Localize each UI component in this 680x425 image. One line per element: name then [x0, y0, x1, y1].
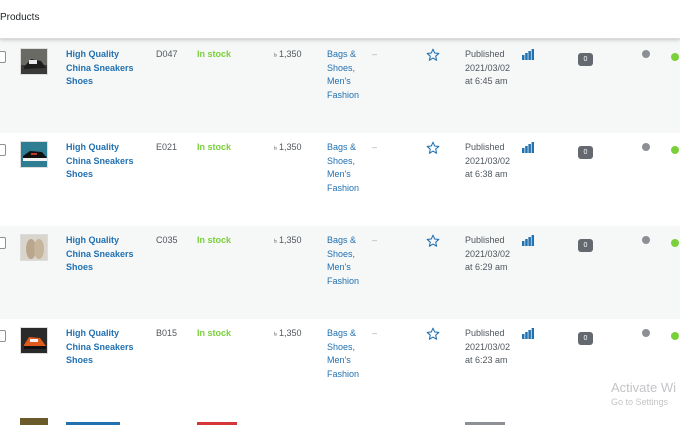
product-tags: – — [372, 328, 378, 338]
product-name-link[interactable]: High Quality China Sneakers Shoes — [66, 327, 146, 368]
product-price: ৳ 1,350 — [274, 141, 302, 157]
currency-symbol: ৳ — [274, 146, 277, 152]
table-row-partial[interactable] — [0, 412, 680, 425]
page-title: Products — [0, 12, 40, 23]
stock-status: In stock — [197, 49, 232, 59]
count-badge: 0 — [578, 332, 593, 345]
publish-info: Published 2021/03/02 at 6:38 am — [465, 141, 513, 182]
product-tags: – — [372, 49, 378, 59]
count-badge: 0 — [578, 146, 593, 159]
price-value: 1,350 — [279, 328, 302, 338]
product-price: ৳ 1,350 — [274, 234, 302, 250]
product-name-link[interactable]: High Quality China Sneakers Shoes — [66, 234, 146, 275]
publish-status: Published — [465, 328, 505, 338]
status-dot-green — [671, 53, 679, 61]
product-sku: E021 — [156, 142, 178, 152]
count-badge: 0 — [578, 53, 593, 66]
product-sku: B015 — [156, 328, 178, 338]
product-thumbnail[interactable] — [20, 234, 48, 261]
star-icon[interactable] — [426, 234, 440, 253]
product-categories[interactable]: Bags & Shoes, Men's Fashion — [327, 327, 369, 381]
product-price: ৳ 1,350 — [274, 48, 302, 64]
star-icon[interactable] — [426, 327, 440, 346]
product-sku: C035 — [156, 235, 178, 245]
stats-bars-icon[interactable] — [522, 328, 534, 344]
publish-info: Published 2021/03/02 at 6:29 am — [465, 234, 513, 275]
publish-status: Published — [465, 142, 505, 152]
table-row[interactable]: High Quality China Sneakers Shoes E021 I… — [0, 133, 680, 226]
watermark-line2: Go to Settings — [611, 397, 669, 407]
row-checkbox[interactable] — [0, 330, 6, 342]
product-thumbnail[interactable] — [20, 48, 48, 75]
currency-symbol: ৳ — [274, 53, 277, 59]
count-badge: 0 — [578, 239, 593, 252]
publish-status: Published — [465, 235, 505, 245]
publish-date: 2021/03/02 at 6:45 am — [465, 62, 511, 87]
publish-date: 2021/03/02 at 6:38 am — [465, 155, 511, 180]
price-value: 1,350 — [279, 235, 302, 245]
star-icon[interactable] — [426, 48, 440, 67]
watermark-line1: Activate Wi — [611, 380, 677, 395]
stock-status: In stock — [197, 235, 232, 245]
product-name-link[interactable]: High Quality China Sneakers Shoes — [66, 48, 146, 89]
product-categories[interactable]: Bags & Shoes, Men's Fashion — [327, 234, 369, 288]
product-name-link[interactable]: High Quality China Sneakers Shoes — [66, 141, 146, 182]
row-checkbox[interactable] — [0, 144, 6, 156]
windows-activation-watermark: Activate Wi Go to Settings — [611, 380, 676, 408]
page-header: Products — [0, 0, 680, 39]
stats-bars-icon[interactable] — [522, 235, 534, 251]
price-value: 1,350 — [279, 49, 302, 59]
table-row[interactable]: High Quality China Sneakers Shoes D047 I… — [0, 40, 680, 133]
status-dot-green — [671, 146, 679, 154]
product-price: ৳ 1,350 — [274, 327, 302, 343]
publish-date: 2021/03/02 at 6:29 am — [465, 248, 511, 273]
publish-status: Published — [465, 49, 505, 59]
currency-symbol: ৳ — [274, 239, 277, 245]
stats-bars-icon[interactable] — [522, 49, 534, 65]
product-tags: – — [372, 142, 378, 152]
currency-symbol: ৳ — [274, 332, 277, 338]
status-dot-grey — [642, 143, 650, 151]
stock-status: In stock — [197, 142, 232, 152]
product-thumbnail[interactable] — [20, 327, 48, 354]
row-checkbox[interactable] — [0, 51, 6, 63]
product-tags: – — [372, 235, 378, 245]
table-row[interactable]: High Quality China Sneakers Shoes B015 I… — [0, 319, 680, 412]
publish-info: Published 2021/03/02 at 6:45 am — [465, 48, 513, 89]
table-row[interactable]: High Quality China Sneakers Shoes C035 I… — [0, 226, 680, 319]
stock-status: In stock — [197, 328, 232, 338]
product-categories[interactable]: Bags & Shoes, Men's Fashion — [327, 48, 369, 102]
product-thumbnail[interactable] — [20, 418, 48, 425]
publish-date: 2021/03/02 at 6:23 am — [465, 341, 511, 366]
status-dot-green — [671, 332, 679, 340]
status-dot-grey — [642, 236, 650, 244]
stats-bars-icon[interactable] — [522, 142, 534, 158]
status-dot-green — [671, 239, 679, 247]
star-icon[interactable] — [426, 141, 440, 160]
product-thumbnail[interactable] — [20, 141, 48, 168]
price-value: 1,350 — [279, 142, 302, 152]
row-checkbox[interactable] — [0, 237, 6, 249]
product-categories[interactable]: Bags & Shoes, Men's Fashion — [327, 141, 369, 195]
status-dot-grey — [642, 329, 650, 337]
product-sku: D047 — [156, 49, 178, 59]
publish-info: Published 2021/03/02 at 6:23 am — [465, 327, 513, 368]
status-dot-grey — [642, 50, 650, 58]
